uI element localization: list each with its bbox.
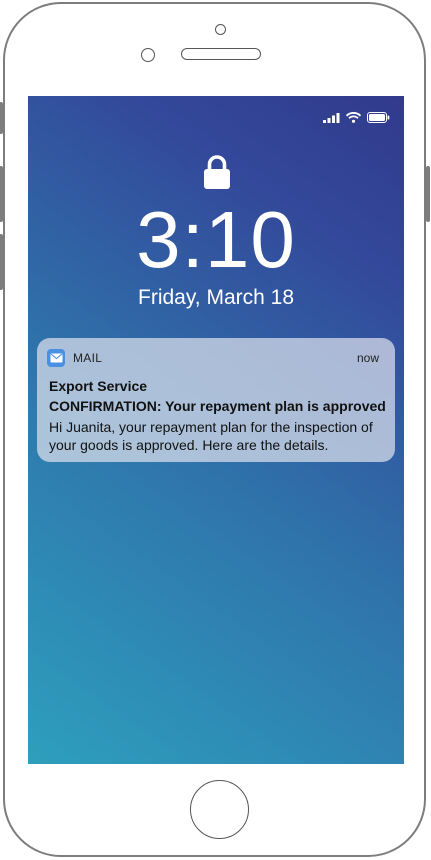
home-button[interactable]: [190, 780, 249, 839]
notification-time: now: [356, 351, 379, 365]
wifi-icon: [346, 112, 361, 123]
notification-body: Hi Juanita, your repayment plan for the …: [49, 419, 373, 453]
notification-sender: Export Service: [49, 378, 148, 394]
volume-down-button: [0, 234, 3, 290]
battery-icon: [367, 112, 390, 123]
volume-up-button: [0, 166, 3, 222]
status-bar: [323, 112, 390, 123]
lock-screen-time: 3:10: [136, 195, 296, 284]
lock-icon: [204, 155, 230, 189]
notification-subject: CONFIRMATION: Your repayment plan is app…: [49, 398, 386, 414]
mail-icon: [47, 349, 65, 367]
cellular-signal-icon: [323, 112, 340, 123]
notification-app-name: MAIL: [73, 351, 103, 365]
power-button: [426, 166, 430, 222]
lock-screen-date: Friday, March 18: [138, 286, 294, 309]
notification-header: MAIL now: [47, 348, 379, 368]
silent-switch: [0, 102, 3, 134]
proximity-sensor: [141, 48, 155, 62]
front-camera: [215, 24, 226, 35]
mail-notification[interactable]: MAIL now Export Service CONFIRMATION: Yo…: [37, 338, 395, 462]
lock-screen: 3:10 Friday, March 18 MAIL now Export Se…: [28, 96, 404, 764]
earpiece-speaker: [181, 48, 261, 60]
